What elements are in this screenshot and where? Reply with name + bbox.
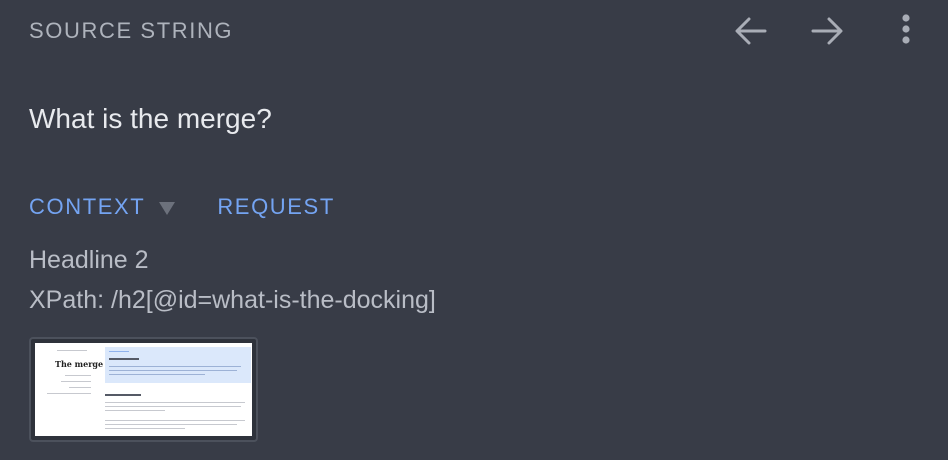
more-vert-icon bbox=[902, 14, 910, 44]
previous-button[interactable] bbox=[733, 16, 769, 46]
more-options-button[interactable] bbox=[888, 14, 924, 46]
tab-request[interactable]: REQUEST bbox=[217, 194, 335, 220]
tab-context[interactable]: CONTEXT bbox=[29, 194, 176, 220]
tab-request-label: REQUEST bbox=[217, 194, 335, 219]
caret-down-icon bbox=[159, 201, 176, 215]
context-xpath: XPath: /h2[@id=what-is-the-docking] bbox=[29, 286, 436, 314]
arrow-left-icon bbox=[735, 17, 767, 45]
thumbnail-page-preview: The merge bbox=[35, 343, 252, 436]
source-string-text: What is the merge? bbox=[29, 103, 272, 134]
panel-header: SOURCE STRING bbox=[29, 14, 948, 46]
section-title: SOURCE STRING bbox=[29, 18, 234, 43]
context-tabs: CONTEXT REQUEST bbox=[29, 193, 335, 221]
next-button[interactable] bbox=[809, 16, 845, 46]
thumbnail-page-title: The merge bbox=[55, 359, 104, 369]
arrow-right-icon bbox=[811, 17, 843, 45]
tab-context-label: CONTEXT bbox=[29, 194, 146, 219]
context-element-type: Headline 2 bbox=[29, 246, 149, 274]
context-screenshot-thumbnail[interactable]: The merge bbox=[29, 337, 258, 442]
